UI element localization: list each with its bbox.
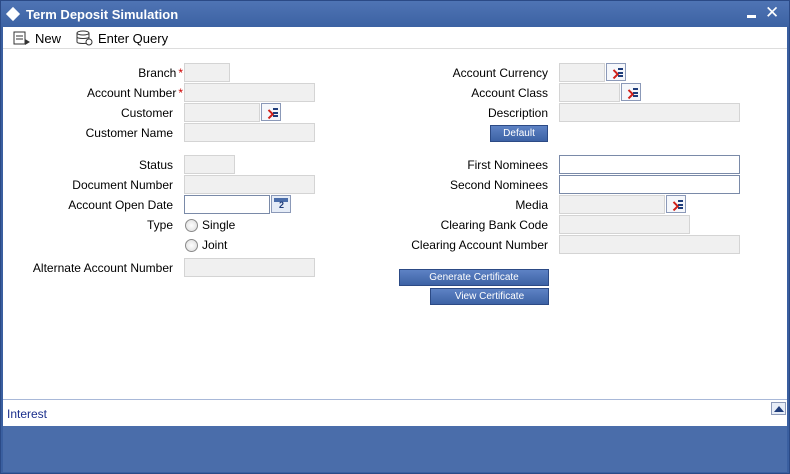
- new-document-icon: [13, 31, 30, 45]
- account-class-lov-icon[interactable]: [621, 83, 641, 101]
- new-button[interactable]: New: [13, 30, 61, 46]
- close-icon[interactable]: ✕: [765, 3, 779, 23]
- interest-link[interactable]: Interest: [7, 407, 47, 421]
- type-joint-label: Joint: [202, 238, 228, 252]
- branch-label: Branch *: [138, 66, 183, 80]
- alternate-account-number-field[interactable]: [184, 258, 315, 277]
- window-title: Term Deposit Simulation: [26, 7, 179, 22]
- clearing-bank-code-label: Clearing Bank Code: [440, 218, 548, 232]
- clearing-account-number-label: Clearing Account Number: [411, 238, 548, 252]
- account-open-date-label: Account Open Date: [68, 198, 173, 212]
- branch-field[interactable]: [184, 63, 230, 82]
- second-nominees-label: Second Nominees: [449, 178, 548, 192]
- account-class-field[interactable]: [559, 83, 620, 102]
- description-label: Description: [487, 106, 548, 120]
- status-label: Status: [138, 158, 173, 172]
- footer-panel: [3, 426, 787, 472]
- document-number-label: Document Number: [72, 178, 173, 192]
- media-field[interactable]: [559, 195, 665, 214]
- account-open-date-field[interactable]: [184, 195, 270, 214]
- media-lov-icon[interactable]: [666, 195, 686, 213]
- window-diamond-icon: [5, 6, 21, 22]
- customer-name-label: Customer Name: [85, 126, 173, 140]
- account-currency-lov-icon[interactable]: [606, 63, 626, 81]
- first-nominees-field[interactable]: [559, 155, 740, 174]
- type-single-label: Single: [202, 218, 236, 232]
- collapse-up-icon[interactable]: [771, 402, 786, 415]
- first-nominees-label: First Nominees: [467, 158, 548, 172]
- new-label: New: [35, 30, 62, 46]
- minimize-icon[interactable]: [747, 15, 756, 18]
- media-label: Media: [515, 198, 548, 212]
- view-certificate-button[interactable]: View Certificate: [430, 288, 549, 305]
- toolbar: New Enter Query: [3, 27, 787, 49]
- default-button[interactable]: Default: [490, 125, 548, 142]
- account-number-field[interactable]: [184, 83, 315, 102]
- customer-lov-icon[interactable]: [261, 103, 281, 121]
- description-field[interactable]: [559, 103, 740, 122]
- clearing-account-number-field[interactable]: [559, 235, 740, 254]
- type-joint-radio[interactable]: [185, 239, 198, 252]
- type-label: Type: [146, 218, 173, 232]
- type-single-radio[interactable]: [185, 219, 198, 232]
- term-deposit-window: Term Deposit Simulation ✕ New Enter Quer…: [0, 0, 790, 474]
- database-query-icon: [76, 30, 93, 46]
- account-currency-label: Account Currency: [452, 66, 548, 80]
- generate-certificate-button[interactable]: Generate Certificate: [399, 269, 549, 286]
- document-number-field[interactable]: [184, 175, 315, 194]
- second-nominees-field[interactable]: [559, 175, 740, 194]
- account-currency-field[interactable]: [559, 63, 605, 82]
- customer-field[interactable]: [184, 103, 260, 122]
- bottom-bar: Interest: [3, 399, 787, 426]
- status-field[interactable]: [184, 155, 235, 174]
- account-class-label: Account Class: [471, 86, 548, 100]
- clearing-bank-code-field[interactable]: [559, 215, 690, 234]
- alternate-account-number-label: Alternate Account Number: [32, 261, 173, 275]
- enter-query-label: Enter Query: [98, 30, 169, 46]
- enter-query-button[interactable]: Enter Query: [76, 30, 168, 46]
- customer-label: Customer: [120, 106, 173, 120]
- customer-name-field[interactable]: [184, 123, 315, 142]
- form-area: Branch * Account Number * Customer Custome…: [3, 49, 787, 399]
- title-bar: Term Deposit Simulation ✕: [1, 1, 789, 27]
- account-number-label: Account Number *: [86, 86, 183, 100]
- calendar-icon[interactable]: 2: [271, 195, 291, 213]
